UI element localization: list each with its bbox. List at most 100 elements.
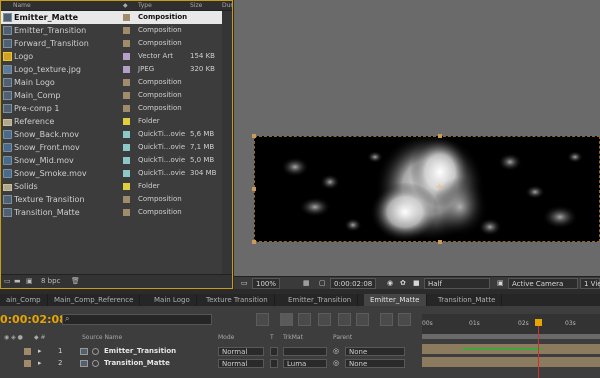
live-update-icon[interactable] (280, 313, 293, 326)
project-item[interactable]: Main_Comp Composition (1, 89, 222, 102)
solo-icon[interactable] (92, 348, 99, 355)
column-size[interactable]: Size (190, 2, 202, 9)
timeline-search-input[interactable]: ⌕ (62, 314, 212, 325)
layer-name[interactable]: Transition_Matte (104, 358, 170, 369)
column-source-name[interactable]: Source Name (82, 334, 122, 341)
layer-duration-bar[interactable] (422, 344, 600, 354)
column-type[interactable]: Type (138, 2, 152, 9)
label-color-swatch[interactable] (123, 144, 130, 151)
label-color-swatch[interactable] (123, 66, 130, 73)
project-item[interactable]: Snow_Mid.mov QuickTi...ovie 5,0 MB (1, 154, 222, 167)
project-item[interactable]: Forward_Transition Composition (1, 37, 222, 50)
label-column-icon[interactable]: ◆ (123, 2, 128, 9)
comp-tab[interactable]: Main_Comp_Reference (48, 294, 141, 306)
brainstorm-icon[interactable] (398, 313, 411, 326)
transform-handle[interactable] (252, 187, 256, 191)
project-item[interactable]: Logo_texture.jpg JPEG 320 KB (1, 63, 222, 76)
comp-tab[interactable]: Main Logo (148, 294, 197, 306)
transform-handle[interactable] (438, 240, 442, 244)
comp-tab[interactable]: ain_Comp (0, 294, 48, 306)
blend-mode-dropdown[interactable]: Normal (218, 347, 264, 356)
project-item[interactable]: Snow_Smoke.mov QuickTi...ovie 304 MB (1, 167, 222, 180)
snapshot-icon[interactable]: ◉ (384, 278, 396, 289)
label-color-swatch[interactable] (123, 170, 130, 177)
parent-dropdown[interactable]: None (345, 347, 405, 356)
label-color-swatch[interactable] (123, 105, 130, 112)
expand-arrow-icon[interactable]: ▸ (38, 358, 42, 369)
motion-blur-icon[interactable] (356, 313, 369, 326)
layer-label-swatch[interactable] (24, 360, 31, 367)
project-item[interactable]: Solids Folder (1, 180, 222, 193)
comp-tab[interactable]: Texture Transition (200, 294, 275, 306)
views-dropdown[interactable]: 1 Vie (580, 278, 600, 289)
camera-dropdown[interactable]: Active Camera (508, 278, 578, 289)
project-item[interactable]: Main Logo Composition (1, 76, 222, 89)
label-color-swatch[interactable] (123, 157, 130, 164)
label-color-swatch[interactable] (123, 14, 130, 21)
layer-label-swatch[interactable] (24, 348, 31, 355)
comp-tab[interactable]: Emitter_Matte (364, 294, 427, 306)
new-comp-icon[interactable]: ▣ (26, 277, 33, 285)
layer-row[interactable]: ▸ 2 Transition_Matte Normal Luma ◎ None (0, 358, 420, 369)
solo-icon[interactable] (92, 360, 99, 367)
label-color-swatch[interactable] (123, 79, 130, 86)
work-area-bar[interactable] (422, 334, 600, 339)
current-time-display[interactable]: 0:00:02:08 (0, 313, 67, 326)
project-item[interactable]: Emitter_Matte Composition (1, 11, 222, 24)
project-item[interactable]: Reference Folder (1, 115, 222, 128)
frame-blending-icon[interactable] (338, 313, 351, 326)
color-swatch-icon[interactable]: ■ (410, 278, 423, 289)
composition-viewer[interactable]: ✛ (234, 0, 600, 289)
time-ruler[interactable]: 00s 01s 02s 03s (422, 314, 600, 334)
layer-name[interactable]: Emitter_Transition (104, 346, 176, 357)
label-color-swatch[interactable] (123, 196, 130, 203)
label-color-swatch[interactable] (123, 92, 130, 99)
current-time-indicator[interactable] (538, 320, 539, 378)
column-name[interactable]: Name (13, 2, 31, 9)
label-color-swatch[interactable] (123, 27, 130, 34)
safe-zones-icon[interactable]: ▦ (300, 278, 313, 289)
project-item[interactable]: Snow_Back.mov QuickTi...ovie 5,6 MB (1, 128, 222, 141)
current-time-indicator-head[interactable] (535, 319, 542, 326)
transform-handle[interactable] (252, 240, 256, 244)
composition-frame[interactable] (254, 136, 600, 242)
transform-handle[interactable] (252, 134, 256, 138)
label-color-swatch[interactable] (123, 183, 130, 190)
column-duration[interactable]: Dur (222, 2, 233, 9)
project-item[interactable]: Texture Transition Composition (1, 193, 222, 206)
label-color-swatch[interactable] (123, 131, 130, 138)
column-parent[interactable]: Parent (333, 334, 352, 341)
timecode-display[interactable]: 0:00:02:08 (330, 278, 377, 289)
bpc-button[interactable]: 8 bpc (41, 277, 60, 285)
label-color-swatch[interactable] (123, 209, 130, 216)
track-matte-dropdown[interactable]: Luma (283, 359, 327, 368)
pick-whip-icon[interactable]: ◎ (333, 358, 339, 369)
comp-tab[interactable]: Emitter_Transition (282, 294, 359, 306)
channel-icon[interactable]: ✿ (397, 278, 409, 289)
resolution-dropdown[interactable]: Half (424, 278, 490, 289)
layer-duration-bar[interactable] (422, 357, 600, 367)
hide-shy-layers-icon[interactable] (318, 313, 331, 326)
draft-3d-icon[interactable] (298, 313, 311, 326)
label-color-swatch[interactable] (123, 40, 130, 47)
preserve-transparency-toggle[interactable] (270, 347, 278, 356)
trash-icon[interactable]: 🗑 (71, 277, 80, 285)
mask-visibility-icon[interactable]: ▢ (316, 278, 329, 289)
new-folder-icon[interactable]: ▬ (14, 277, 21, 285)
label-color-swatch[interactable] (123, 53, 130, 60)
column-trkmat[interactable]: TrkMat (283, 334, 303, 341)
anchor-point-icon[interactable]: ✛ (436, 183, 444, 193)
layer-row[interactable]: ▸ 1 Emitter_Transition Normal ◎ None (0, 346, 420, 357)
interpret-footage-icon[interactable]: ▭ (4, 277, 11, 285)
transform-handle[interactable] (438, 134, 442, 138)
zoom-dropdown[interactable]: 100% (252, 278, 281, 289)
label-color-swatch[interactable] (123, 118, 130, 125)
always-preview-icon[interactable]: ▭ (238, 278, 251, 289)
column-t[interactable]: T (270, 334, 274, 341)
blend-mode-dropdown[interactable]: Normal (218, 359, 264, 368)
graph-editor-icon[interactable] (380, 313, 393, 326)
expand-arrow-icon[interactable]: ▸ (38, 346, 42, 357)
project-item[interactable]: Logo Vector Art 154 KB (1, 50, 222, 63)
comp-mini-flowchart-icon[interactable] (256, 313, 269, 326)
preserve-transparency-toggle[interactable] (270, 359, 278, 368)
